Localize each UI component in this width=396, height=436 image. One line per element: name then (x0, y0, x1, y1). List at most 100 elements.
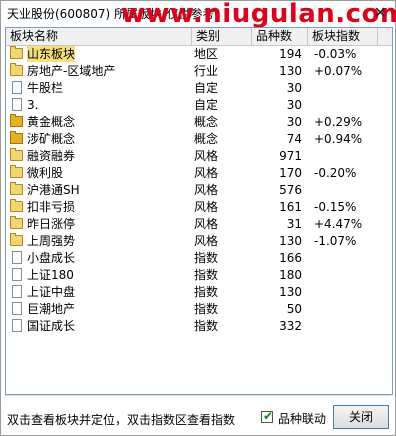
folder-icon (10, 114, 23, 127)
cell-category: 风格 (194, 217, 219, 231)
status-bar: 双击查看板块并定位，双击指数区查看指数 ✔ 品种联动 关闭 (1, 399, 395, 435)
link-checkbox-label[interactable]: 品种联动 (278, 410, 326, 427)
document-icon (12, 81, 22, 94)
document-icon (12, 285, 22, 298)
cell-block-name: 房地产-区域地产 (6, 63, 192, 79)
document-icon (12, 268, 22, 281)
cell-count: 161 (279, 200, 302, 214)
table-row[interactable]: 扣非亏损 风格 161 -0.15% (6, 199, 392, 215)
block-name-text: 融资融券 (27, 149, 76, 163)
block-name-text: 微利股 (27, 166, 64, 180)
header-count[interactable]: 品种数 (252, 28, 308, 45)
hint-text: 双击查看板块并定位，双击指数区查看指数 (7, 413, 236, 427)
cell-category: 行业 (194, 64, 219, 78)
block-name-text: 3. (27, 98, 39, 112)
block-name-text: 牛股栏 (27, 81, 64, 95)
cell-block-name: 巨潮地产 (6, 301, 192, 317)
cell-index (308, 182, 384, 198)
cell-category: 概念 (194, 115, 219, 129)
table-row[interactable]: 山东板块 地区 194 -0.03% (6, 46, 392, 62)
cell-block-name: 国证成长 (6, 318, 192, 334)
table-row[interactable]: 上周强势 风格 130 -1.07% (6, 233, 392, 249)
cell-block-name: 黄金概念 (6, 114, 192, 130)
cell-category: 指数 (194, 285, 219, 299)
table-row[interactable]: 国证成长 指数 332 (6, 318, 392, 334)
header-category[interactable]: 类别 (192, 28, 252, 45)
cell-category: 自定 (194, 98, 219, 112)
cell-index (308, 250, 384, 266)
block-name-text: 房地产-区域地产 (27, 64, 116, 78)
table-row[interactable]: 上证中盘 指数 130 (6, 284, 392, 300)
cell-block-name: 上证中盘 (6, 284, 192, 300)
cell-count: 194 (279, 47, 302, 61)
folder-icon (10, 233, 23, 246)
table-row[interactable]: 沪港通SH 风格 576 (6, 182, 392, 198)
table-row[interactable]: 房地产-区域地产 行业 130 +0.07% (6, 63, 392, 79)
table-row[interactable]: 3. 自定 30 (6, 97, 392, 113)
block-name-text: 小盘成长 (27, 251, 76, 265)
cell-index (308, 148, 384, 164)
header-block-name[interactable]: 板块名称 (6, 28, 192, 45)
cell-index (308, 97, 384, 113)
cell-index: -0.03% (314, 47, 357, 61)
block-name-text: 沪港通SH (27, 183, 80, 197)
cell-block-name: 上证180 (6, 267, 192, 283)
cell-category: 指数 (194, 319, 219, 333)
table-row[interactable]: 上证180 指数 180 (6, 267, 392, 283)
block-name-text: 上周强势 (27, 234, 76, 248)
cell-count: 130 (279, 64, 302, 78)
table-row[interactable]: 融资融券 风格 971 (6, 148, 392, 164)
cell-block-name: 小盘成长 (6, 250, 192, 266)
table-row[interactable]: 昨日涨停 风格 31 +4.47% (6, 216, 392, 232)
cell-block-name: 微利股 (6, 165, 192, 181)
table-row[interactable]: 微利股 风格 170 -0.20% (6, 165, 392, 181)
cell-block-name: 融资融券 (6, 148, 192, 164)
document-icon (12, 98, 22, 111)
table-row[interactable]: 牛股栏 自定 30 (6, 80, 392, 96)
cell-category: 自定 (194, 81, 219, 95)
block-name-text: 巨潮地产 (27, 302, 76, 316)
close-icon[interactable]: ✕ (374, 3, 387, 22)
block-name-text: 扣非亏损 (27, 200, 76, 214)
cell-count: 130 (279, 285, 302, 299)
folder-icon (10, 46, 23, 59)
block-dialog: 天业股份(600807) 所属板块(仅供参考 www.niugulan.com … (0, 0, 396, 436)
folder-icon (10, 148, 23, 161)
cell-category: 指数 (194, 302, 219, 316)
cell-block-name: 昨日涨停 (6, 216, 192, 232)
cell-index: +0.29% (314, 115, 363, 129)
cell-count: 971 (279, 149, 302, 163)
table-header: 板块名称 类别 品种数 板块指数 (6, 28, 392, 46)
block-name-text: 涉矿概念 (27, 132, 76, 146)
cell-category: 风格 (194, 183, 219, 197)
cell-index: -0.20% (314, 166, 357, 180)
link-checkbox[interactable]: ✔ (261, 409, 273, 423)
header-index[interactable]: 板块指数 (308, 28, 378, 45)
block-name-text: 黄金概念 (27, 115, 76, 129)
table-row[interactable]: 涉矿概念 概念 74 +0.94% (6, 131, 392, 147)
close-button[interactable]: 关闭 (333, 405, 389, 429)
cell-index (308, 267, 384, 283)
cell-category: 风格 (194, 200, 219, 214)
folder-icon (10, 199, 23, 212)
table-row[interactable]: 黄金概念 概念 30 +0.29% (6, 114, 392, 130)
block-name-text: 昨日涨停 (27, 217, 76, 231)
document-icon (12, 319, 22, 332)
folder-icon (10, 182, 23, 195)
cell-index: -0.15% (314, 200, 357, 214)
cell-category: 风格 (194, 234, 219, 248)
cell-count: 180 (279, 268, 302, 282)
table-row[interactable]: 小盘成长 指数 166 (6, 250, 392, 266)
cell-index (308, 301, 384, 317)
table-row[interactable]: 巨潮地产 指数 50 (6, 301, 392, 317)
block-name-text: 上证180 (27, 268, 74, 282)
cell-index (308, 284, 384, 300)
cell-block-name: 牛股栏 (6, 80, 192, 96)
cell-count: 74 (286, 132, 302, 146)
cell-block-name: 山东板块 (6, 46, 192, 62)
cell-block-name: 沪港通SH (6, 182, 192, 198)
cell-count: 576 (279, 183, 302, 197)
cell-count: 30 (286, 81, 302, 95)
document-icon (12, 251, 22, 264)
cell-block-name: 扣非亏损 (6, 199, 192, 215)
